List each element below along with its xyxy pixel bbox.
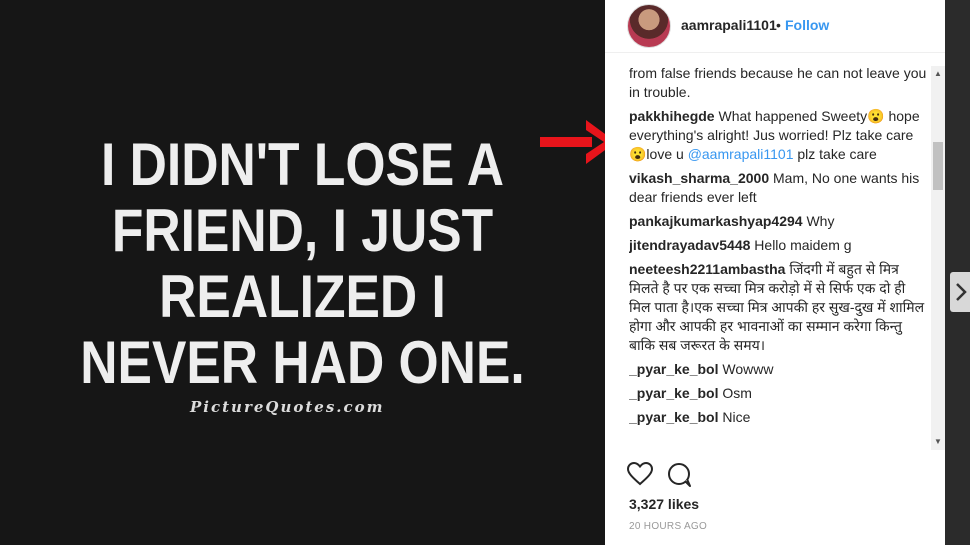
comment-username[interactable]: _pyar_ke_bol <box>629 409 719 425</box>
quote-line: I DIDN'T LOSE A <box>100 131 505 198</box>
comment-item: pakkhihegde What happened Sweety😮 hope e… <box>629 107 929 164</box>
chevron-right-icon <box>956 283 967 301</box>
comments-panel: aamrapali1101 • Follow from false friend… <box>605 0 945 545</box>
username-link[interactable]: aamrapali1101 <box>681 17 777 33</box>
comment-username[interactable]: _pyar_ke_bol <box>629 385 719 401</box>
comment-text: from false friends because he can not le… <box>629 65 927 100</box>
comment-item: _pyar_ke_bol Wowww <box>629 360 929 379</box>
likes-count[interactable]: 3,327 likes <box>629 496 699 512</box>
post-header: aamrapali1101 • Follow <box>605 0 945 53</box>
quote-line: NEVER HAD ONE. <box>80 329 525 396</box>
comment-item: _pyar_ke_bol Osm <box>629 384 929 403</box>
comment-text: plz take care <box>793 146 877 162</box>
comment-item: pankajkumarkashyap4294 Why <box>629 212 929 231</box>
watermark: PictureQuotes.com <box>190 398 385 416</box>
comment-username[interactable]: neeteesh2211ambastha <box>629 261 785 277</box>
comment-username[interactable]: pankajkumarkashyap4294 <box>629 213 803 229</box>
post-timestamp: 20 HOURS AGO <box>629 521 708 532</box>
comment-username[interactable]: _pyar_ke_bol <box>629 361 719 377</box>
mention-link[interactable]: @aamrapali1101 <box>688 146 794 162</box>
avatar[interactable] <box>627 4 671 48</box>
next-post-button[interactable] <box>950 272 970 312</box>
comment-text: Why <box>806 213 835 229</box>
follow-button[interactable]: Follow <box>785 17 829 33</box>
comment-username[interactable]: jitendrayadav5448 <box>629 237 750 253</box>
quote-line: FRIEND, I JUST <box>111 197 494 264</box>
quote-text: I DIDN'T LOSE A FRIEND, I JUST REALIZED … <box>77 132 529 396</box>
comment-text: Nice <box>722 409 751 425</box>
comment-list: from false friends because he can not le… <box>629 64 929 454</box>
comment-item: from false friends because he can not le… <box>629 64 929 102</box>
scrollbar-track[interactable] <box>931 66 945 450</box>
heart-icon[interactable] <box>627 462 653 486</box>
comment-item: jitendrayadav5448 Hello maidem g <box>629 236 929 255</box>
separator-dot: • <box>776 17 781 33</box>
comment-text: Wowww <box>722 361 774 377</box>
comment-username[interactable]: pakkhihegde <box>629 108 715 124</box>
scroll-down-icon[interactable]: ▼ <box>931 436 945 448</box>
comment-item: _pyar_ke_bol Nice <box>629 408 929 427</box>
comment-username[interactable]: vikash_sharma_2000 <box>629 170 769 186</box>
scrollbar-thumb[interactable] <box>933 142 943 190</box>
comment-icon[interactable] <box>667 462 693 488</box>
scroll-up-icon[interactable]: ▲ <box>931 68 945 80</box>
comment-text: Osm <box>722 385 752 401</box>
post-image: I DIDN'T LOSE A FRIEND, I JUST REALIZED … <box>0 0 605 545</box>
quote-line: REALIZED I <box>159 263 446 330</box>
comment-text: Hello maidem g <box>754 237 852 253</box>
comment-item: vikash_sharma_2000 Mam, No one wants his… <box>629 169 929 207</box>
comment-item: neeteesh2211ambastha जिंदगी में बहुत से … <box>629 260 929 355</box>
